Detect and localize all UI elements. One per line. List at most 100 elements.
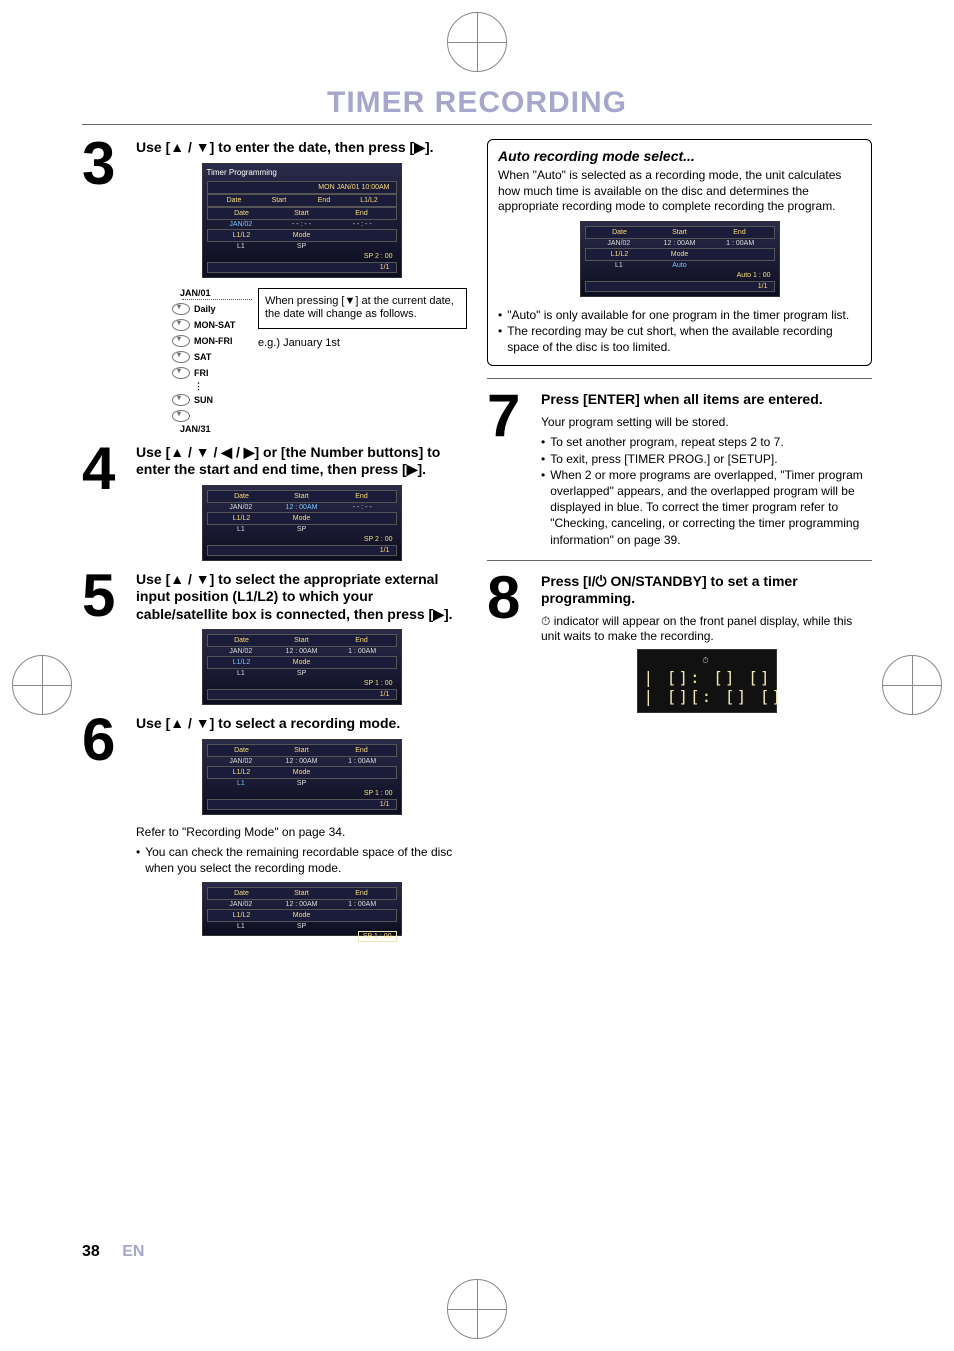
osd-page: 1/1: [585, 281, 775, 292]
step-7-heading: Press [ENTER] when all items are entered…: [541, 391, 872, 409]
osd-clock: MON JAN/01 10:00AM: [207, 181, 397, 194]
cell: L1: [211, 526, 272, 533]
step-8-number: 8: [487, 573, 533, 622]
cell: JAN/02: [211, 504, 272, 511]
cell: Start: [272, 890, 332, 897]
hdr-date: Date: [212, 197, 257, 204]
auto-mode-box: Auto recording mode select... When "Auto…: [487, 139, 872, 366]
cell: L1: [211, 670, 272, 677]
crop-mark-top: [447, 12, 507, 72]
right-column: Auto recording mode select... When "Auto…: [487, 139, 872, 946]
step-5-number: 5: [82, 571, 128, 620]
osd-row: L1/L2 Mode: [207, 229, 397, 242]
cell: Start: [272, 637, 332, 644]
date-flow-diagram: JAN/01 Daily MON-SAT MON-FRI SAT FRI ⋮ S…: [172, 288, 467, 434]
auto-paragraph: When "Auto" is selected as a recording m…: [498, 168, 861, 215]
step-6-osd: DateStartEnd JAN/0212 : 00AM1 : 00AM L1/…: [202, 739, 402, 815]
cell: [332, 769, 392, 776]
cell: - - : - -: [271, 221, 332, 228]
cell: - - : - -: [332, 504, 393, 511]
step-5: 5 Use [▲ / ▼] to select the appropriate …: [82, 571, 467, 716]
cell: End: [332, 637, 392, 644]
flow-label: SAT: [194, 352, 211, 362]
step-7-bullet-1: To set another program, repeat steps 2 t…: [550, 434, 783, 450]
flow-label: MON-SAT: [194, 320, 235, 330]
page-lang: EN: [122, 1243, 144, 1260]
cell: L1/L2: [590, 251, 650, 258]
auto-osd: DateStartEnd JAN/0212 : 00AM1 : 00AM L1/…: [580, 221, 780, 297]
cell: [710, 262, 771, 269]
date-note-1: When pressing [▼] at the current date, t…: [258, 288, 467, 330]
cell: 12 : 00AM: [271, 901, 332, 908]
cell: Mode: [272, 232, 332, 239]
hdr-l1l2: L1/L2: [347, 197, 392, 204]
cell: 1 : 00AM: [710, 240, 771, 247]
cell: Date: [212, 747, 272, 754]
cell: Mode: [272, 769, 332, 776]
hdr-start: Start: [257, 197, 302, 204]
cell: End: [332, 493, 392, 500]
step-6-note-1: Refer to "Recording Mode" on page 34.: [136, 825, 467, 841]
rule: [487, 560, 872, 561]
step-3-osd: Timer Programming MON JAN/01 10:00AM Dat…: [202, 163, 402, 278]
cell: Auto: [649, 262, 710, 269]
cell: 12 : 00AM: [271, 504, 332, 511]
cell: - - : - -: [332, 221, 393, 228]
down-arrow-icon: [172, 319, 190, 331]
step-6-osd2: DateStartEnd JAN/0212 : 00AM1 : 00AM L1/…: [202, 882, 402, 936]
cell: 12 : 00AM: [649, 240, 710, 247]
cell: Mode: [272, 659, 332, 666]
osd-remaining: SP 1 : 00: [207, 788, 397, 799]
step-6-heading: Use [▲ / ▼] to select a recording mode.: [136, 715, 467, 733]
cell: JAN/02: [211, 648, 272, 655]
cell: [332, 923, 393, 930]
down-arrow-icon: [172, 367, 190, 379]
auto-bullet-1: "Auto" is only available for one program…: [507, 307, 849, 323]
panel-digits: | []: [] [] | [][: [] []: [644, 668, 784, 706]
cell: L1: [211, 923, 272, 930]
cell: End: [332, 210, 392, 217]
flow-label: Daily: [194, 304, 216, 314]
cell: [332, 232, 392, 239]
step-7-bullet-3: When 2 or more programs are overlapped, …: [550, 467, 872, 548]
cell: [332, 243, 393, 250]
cell: [332, 780, 393, 787]
cell: Start: [650, 229, 710, 236]
down-arrow-icon: [172, 394, 190, 406]
flow-start: JAN/01: [180, 288, 211, 298]
step-4-osd: DateStartEnd JAN/0212 : 00AM- - : - - L1…: [202, 485, 402, 561]
page-footer: 38 EN: [82, 1243, 144, 1261]
front-panel-display: ⏱ | []: [] [] | [][: [] []: [637, 649, 777, 713]
auto-bullet-2: The recording may be cut short, when the…: [507, 323, 861, 355]
cell: L1/L2: [212, 232, 272, 239]
cell: Mode: [272, 515, 332, 522]
osd-row: L1 SP: [207, 242, 397, 251]
cell: JAN/02: [211, 901, 272, 908]
cell: L1: [589, 262, 650, 269]
step-6-note-2: You can check the remaining recordable s…: [145, 844, 467, 876]
cell: Start: [272, 493, 332, 500]
step-3-heading: Use [▲ / ▼] to enter the date, then pres…: [136, 139, 467, 157]
page-number: 38: [82, 1243, 100, 1260]
step-3-number: 3: [82, 139, 128, 188]
cell: SP: [271, 243, 332, 250]
cell: 1 : 00AM: [332, 648, 393, 655]
osd-title: Timer Programming: [207, 168, 397, 177]
step-4-heading: Use [▲ / ▼ / ◀ / ▶] or [the Number butto…: [136, 444, 467, 479]
osd-remaining: SP 2 : 00: [207, 251, 397, 262]
step-7-bullet-2: To exit, press [TIMER PROG.] or [SETUP].: [550, 451, 777, 467]
crop-mark-bottom: [447, 1279, 507, 1339]
flow-end: JAN/31: [180, 424, 211, 434]
osd-header-row: Date Start End L1/L2: [207, 194, 397, 207]
cell: Date: [212, 210, 272, 217]
down-arrow-icon: [172, 410, 190, 422]
flow-label: SUN: [194, 395, 213, 405]
cell: 1 : 00AM: [332, 901, 393, 908]
cell: SP: [271, 670, 332, 677]
cell: End: [332, 890, 392, 897]
osd-page: 1/1: [207, 545, 397, 556]
flow-label: FRI: [194, 368, 209, 378]
cell: L1/L2: [212, 769, 272, 776]
page-title: TIMER RECORDING: [82, 86, 872, 120]
cell: Date: [590, 229, 650, 236]
